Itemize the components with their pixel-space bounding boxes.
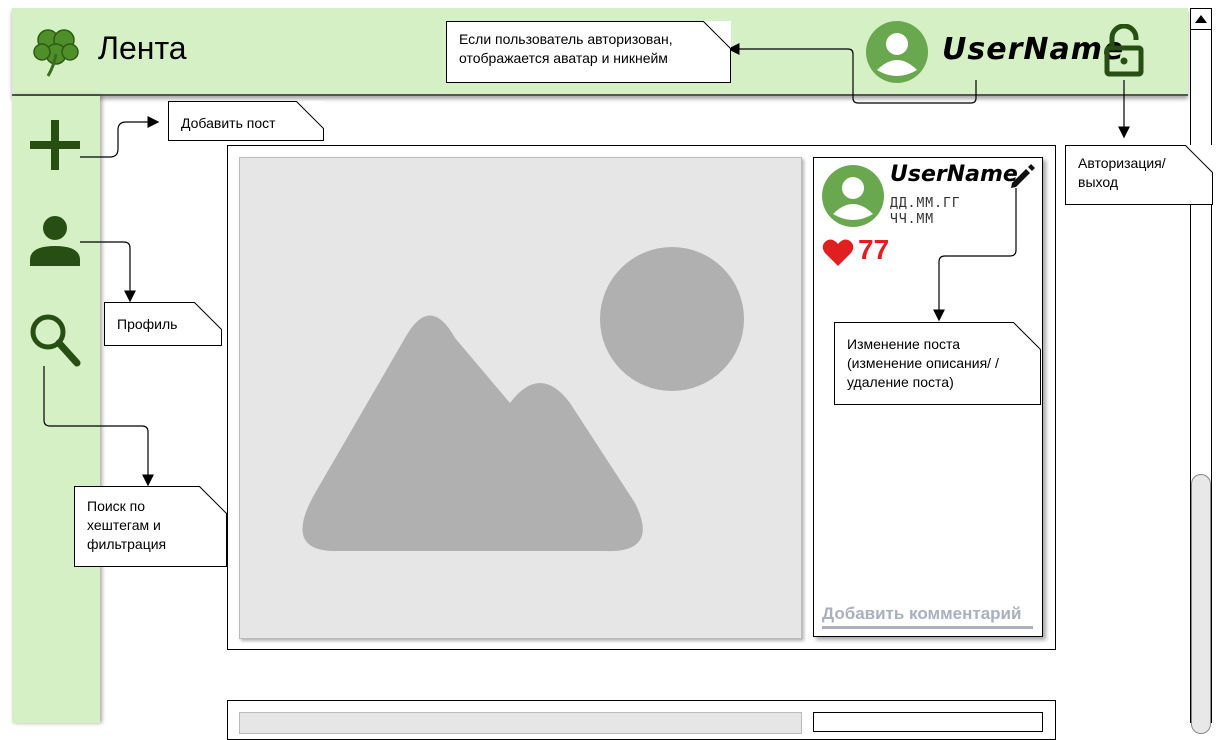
note-fold-icon <box>296 101 324 129</box>
post-date: ДД.ММ.ГГ <box>890 196 961 211</box>
note-auth-avatar: Если пользователь авторизован, отображае… <box>446 21 731 83</box>
sidebar <box>12 96 100 723</box>
image-placeholder-icon[interactable] <box>239 157 802 639</box>
note-fold-icon <box>1013 322 1041 350</box>
note-text: Авторизация/ выход <box>1078 155 1166 190</box>
plus-icon[interactable] <box>28 118 82 177</box>
clover-icon[interactable] <box>30 24 82 83</box>
note-login-logout: Авторизация/ выход <box>1065 145 1213 205</box>
post-side-panel <box>813 712 1043 732</box>
note-search: Поиск по хештегам и фильтрация <box>74 486 227 567</box>
scroll-up-button[interactable] <box>1190 8 1212 30</box>
heart-icon[interactable] <box>822 238 854 273</box>
note-text: Изменение поста (изменение описания/ /уд… <box>847 336 999 390</box>
note-fold-icon <box>194 302 222 330</box>
pencil-icon[interactable] <box>1008 163 1036 196</box>
note-text: Добавить пост <box>181 115 276 131</box>
image-placeholder-icon[interactable] <box>239 712 802 734</box>
note-text: Профиль <box>117 316 178 332</box>
note-fold-icon <box>199 486 227 514</box>
note-fold-icon <box>1185 145 1213 173</box>
note-edit-post: Изменение поста (изменение описания/ /уд… <box>834 322 1041 405</box>
avatar-icon[interactable] <box>821 164 885 233</box>
like-count: 77 <box>858 234 890 265</box>
scroll-thumb[interactable] <box>1191 474 1211 734</box>
lock-open-icon[interactable] <box>1104 23 1144 83</box>
note-text: Поиск по хештегам и фильтрация <box>87 498 167 552</box>
note-add-post: Добавить пост <box>168 101 324 141</box>
person-icon[interactable] <box>28 214 82 273</box>
search-icon[interactable] <box>28 312 82 373</box>
note-text: Если пользователь авторизован, отображае… <box>459 31 673 66</box>
add-comment-input[interactable]: Добавить комментарий <box>822 604 1033 629</box>
note-fold-icon <box>703 21 731 49</box>
post-username[interactable]: UserName <box>890 162 1018 187</box>
avatar-icon[interactable] <box>865 20 929 89</box>
header-username[interactable]: UserName <box>942 32 1124 67</box>
note-profile: Профиль <box>104 302 222 346</box>
post-time: ЧЧ.ММ <box>890 212 935 227</box>
page-title: Лента <box>98 30 187 66</box>
